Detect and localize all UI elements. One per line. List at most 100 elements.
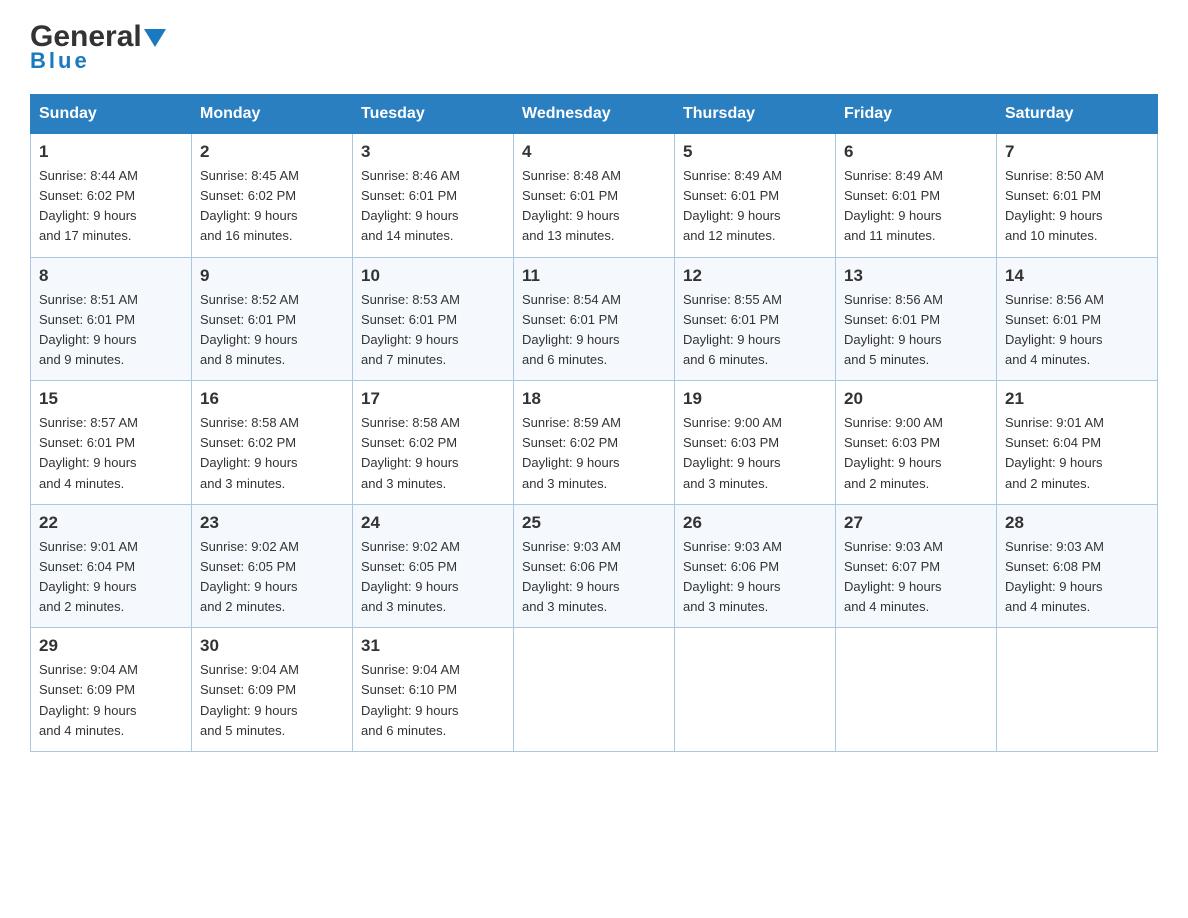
- day-info: Sunrise: 8:49 AMSunset: 6:01 PMDaylight:…: [683, 166, 827, 247]
- day-number: 12: [683, 266, 827, 286]
- calendar-week-row: 29 Sunrise: 9:04 AMSunset: 6:09 PMDayligh…: [31, 628, 1158, 752]
- calendar-cell: 6 Sunrise: 8:49 AMSunset: 6:01 PMDaylight…: [836, 134, 997, 258]
- day-info: Sunrise: 9:02 AMSunset: 6:05 PMDaylight:…: [200, 537, 344, 618]
- day-info: Sunrise: 9:03 AMSunset: 6:07 PMDaylight:…: [844, 537, 988, 618]
- weekday-header-sunday: Sunday: [31, 95, 192, 134]
- calendar-cell: 12 Sunrise: 8:55 AMSunset: 6:01 PMDayligh…: [675, 257, 836, 381]
- day-number: 4: [522, 142, 666, 162]
- day-info: Sunrise: 8:45 AMSunset: 6:02 PMDaylight:…: [200, 166, 344, 247]
- day-number: 31: [361, 636, 505, 656]
- calendar-cell: 4 Sunrise: 8:48 AMSunset: 6:01 PMDaylight…: [514, 134, 675, 258]
- day-number: 20: [844, 389, 988, 409]
- day-info: Sunrise: 8:53 AMSunset: 6:01 PMDaylight:…: [361, 290, 505, 371]
- day-info: Sunrise: 9:01 AMSunset: 6:04 PMDaylight:…: [1005, 413, 1149, 494]
- calendar-cell: 22 Sunrise: 9:01 AMSunset: 6:04 PMDayligh…: [31, 504, 192, 628]
- day-number: 10: [361, 266, 505, 286]
- calendar-cell: 27 Sunrise: 9:03 AMSunset: 6:07 PMDayligh…: [836, 504, 997, 628]
- calendar-cell: 31 Sunrise: 9:04 AMSunset: 6:10 PMDayligh…: [353, 628, 514, 752]
- page-header: General Blue: [30, 20, 1158, 74]
- calendar-cell: 1Sunrise: 8:44 AMSunset: 6:02 PMDaylight…: [31, 134, 192, 258]
- day-info: Sunrise: 8:59 AMSunset: 6:02 PMDaylight:…: [522, 413, 666, 494]
- weekday-header-monday: Monday: [192, 95, 353, 134]
- day-number: 5: [683, 142, 827, 162]
- day-number: 29: [39, 636, 183, 656]
- calendar-cell: 30 Sunrise: 9:04 AMSunset: 6:09 PMDayligh…: [192, 628, 353, 752]
- calendar-cell: 19 Sunrise: 9:00 AMSunset: 6:03 PMDayligh…: [675, 381, 836, 505]
- day-number: 22: [39, 513, 183, 533]
- day-info: Sunrise: 8:56 AMSunset: 6:01 PMDaylight:…: [844, 290, 988, 371]
- day-info: Sunrise: 9:03 AMSunset: 6:08 PMDaylight:…: [1005, 537, 1149, 618]
- calendar-table: SundayMondayTuesdayWednesdayThursdayFrid…: [30, 94, 1158, 752]
- day-info: Sunrise: 8:56 AMSunset: 6:01 PMDaylight:…: [1005, 290, 1149, 371]
- weekday-header-tuesday: Tuesday: [353, 95, 514, 134]
- day-info: Sunrise: 9:03 AMSunset: 6:06 PMDaylight:…: [683, 537, 827, 618]
- day-number: 17: [361, 389, 505, 409]
- day-number: 16: [200, 389, 344, 409]
- day-number: 24: [361, 513, 505, 533]
- day-number: 14: [1005, 266, 1149, 286]
- calendar-cell: 10 Sunrise: 8:53 AMSunset: 6:01 PMDayligh…: [353, 257, 514, 381]
- logo-blue-text: Blue: [30, 48, 90, 74]
- day-number: 18: [522, 389, 666, 409]
- weekday-header-wednesday: Wednesday: [514, 95, 675, 134]
- day-number: 28: [1005, 513, 1149, 533]
- calendar-cell: 15 Sunrise: 8:57 AMSunset: 6:01 PMDayligh…: [31, 381, 192, 505]
- day-info: Sunrise: 8:58 AMSunset: 6:02 PMDaylight:…: [361, 413, 505, 494]
- day-info: Sunrise: 8:44 AMSunset: 6:02 PMDaylight:…: [39, 166, 183, 247]
- day-number: 11: [522, 266, 666, 286]
- day-info: Sunrise: 8:55 AMSunset: 6:01 PMDaylight:…: [683, 290, 827, 371]
- calendar-cell: 3Sunrise: 8:46 AMSunset: 6:01 PMDaylight…: [353, 134, 514, 258]
- day-number: 27: [844, 513, 988, 533]
- day-info: Sunrise: 8:50 AMSunset: 6:01 PMDaylight:…: [1005, 166, 1149, 247]
- day-info: Sunrise: 8:57 AMSunset: 6:01 PMDaylight:…: [39, 413, 183, 494]
- day-info: Sunrise: 9:00 AMSunset: 6:03 PMDaylight:…: [683, 413, 827, 494]
- calendar-cell: 21Sunrise: 9:01 AMSunset: 6:04 PMDayligh…: [997, 381, 1158, 505]
- day-number: 7: [1005, 142, 1149, 162]
- day-number: 23: [200, 513, 344, 533]
- calendar-cell: 18 Sunrise: 8:59 AMSunset: 6:02 PMDayligh…: [514, 381, 675, 505]
- calendar-cell: 7 Sunrise: 8:50 AMSunset: 6:01 PMDaylight…: [997, 134, 1158, 258]
- calendar-week-row: 22 Sunrise: 9:01 AMSunset: 6:04 PMDayligh…: [31, 504, 1158, 628]
- calendar-cell: 14 Sunrise: 8:56 AMSunset: 6:01 PMDayligh…: [997, 257, 1158, 381]
- calendar-cell: 17 Sunrise: 8:58 AMSunset: 6:02 PMDayligh…: [353, 381, 514, 505]
- day-info: Sunrise: 9:02 AMSunset: 6:05 PMDaylight:…: [361, 537, 505, 618]
- calendar-cell: 11Sunrise: 8:54 AMSunset: 6:01 PMDayligh…: [514, 257, 675, 381]
- day-number: 9: [200, 266, 344, 286]
- day-info: Sunrise: 9:00 AMSunset: 6:03 PMDaylight:…: [844, 413, 988, 494]
- calendar-cell: 16 Sunrise: 8:58 AMSunset: 6:02 PMDayligh…: [192, 381, 353, 505]
- calendar-week-row: 1Sunrise: 8:44 AMSunset: 6:02 PMDaylight…: [31, 134, 1158, 258]
- day-info: Sunrise: 8:51 AMSunset: 6:01 PMDaylight:…: [39, 290, 183, 371]
- weekday-header-saturday: Saturday: [997, 95, 1158, 134]
- day-info: Sunrise: 9:01 AMSunset: 6:04 PMDaylight:…: [39, 537, 183, 618]
- day-number: 26: [683, 513, 827, 533]
- day-info: Sunrise: 8:48 AMSunset: 6:01 PMDaylight:…: [522, 166, 666, 247]
- day-number: 6: [844, 142, 988, 162]
- day-info: Sunrise: 9:04 AMSunset: 6:10 PMDaylight:…: [361, 660, 505, 741]
- day-number: 15: [39, 389, 183, 409]
- calendar-cell: 8Sunrise: 8:51 AMSunset: 6:01 PMDaylight…: [31, 257, 192, 381]
- calendar-cell: [514, 628, 675, 752]
- day-number: 19: [683, 389, 827, 409]
- calendar-cell: 25 Sunrise: 9:03 AMSunset: 6:06 PMDayligh…: [514, 504, 675, 628]
- day-info: Sunrise: 8:52 AMSunset: 6:01 PMDaylight:…: [200, 290, 344, 371]
- calendar-week-row: 8Sunrise: 8:51 AMSunset: 6:01 PMDaylight…: [31, 257, 1158, 381]
- day-info: Sunrise: 8:58 AMSunset: 6:02 PMDaylight:…: [200, 413, 344, 494]
- day-number: 25: [522, 513, 666, 533]
- calendar-cell: 20 Sunrise: 9:00 AMSunset: 6:03 PMDayligh…: [836, 381, 997, 505]
- day-info: Sunrise: 8:49 AMSunset: 6:01 PMDaylight:…: [844, 166, 988, 247]
- day-info: Sunrise: 9:03 AMSunset: 6:06 PMDaylight:…: [522, 537, 666, 618]
- calendar-cell: 5 Sunrise: 8:49 AMSunset: 6:01 PMDaylight…: [675, 134, 836, 258]
- weekday-header-friday: Friday: [836, 95, 997, 134]
- calendar-cell: 28 Sunrise: 9:03 AMSunset: 6:08 PMDayligh…: [997, 504, 1158, 628]
- calendar-cell: 13 Sunrise: 8:56 AMSunset: 6:01 PMDayligh…: [836, 257, 997, 381]
- day-number: 30: [200, 636, 344, 656]
- calendar-week-row: 15 Sunrise: 8:57 AMSunset: 6:01 PMDayligh…: [31, 381, 1158, 505]
- logo: General Blue: [30, 20, 166, 74]
- day-number: 13: [844, 266, 988, 286]
- day-info: Sunrise: 9:04 AMSunset: 6:09 PMDaylight:…: [200, 660, 344, 741]
- calendar-cell: [675, 628, 836, 752]
- day-number: 3: [361, 142, 505, 162]
- calendar-cell: 29Sunrise: 9:04 AMSunset: 6:09 PMDayligh…: [31, 628, 192, 752]
- weekday-header-thursday: Thursday: [675, 95, 836, 134]
- logo-triangle-icon: [144, 29, 166, 52]
